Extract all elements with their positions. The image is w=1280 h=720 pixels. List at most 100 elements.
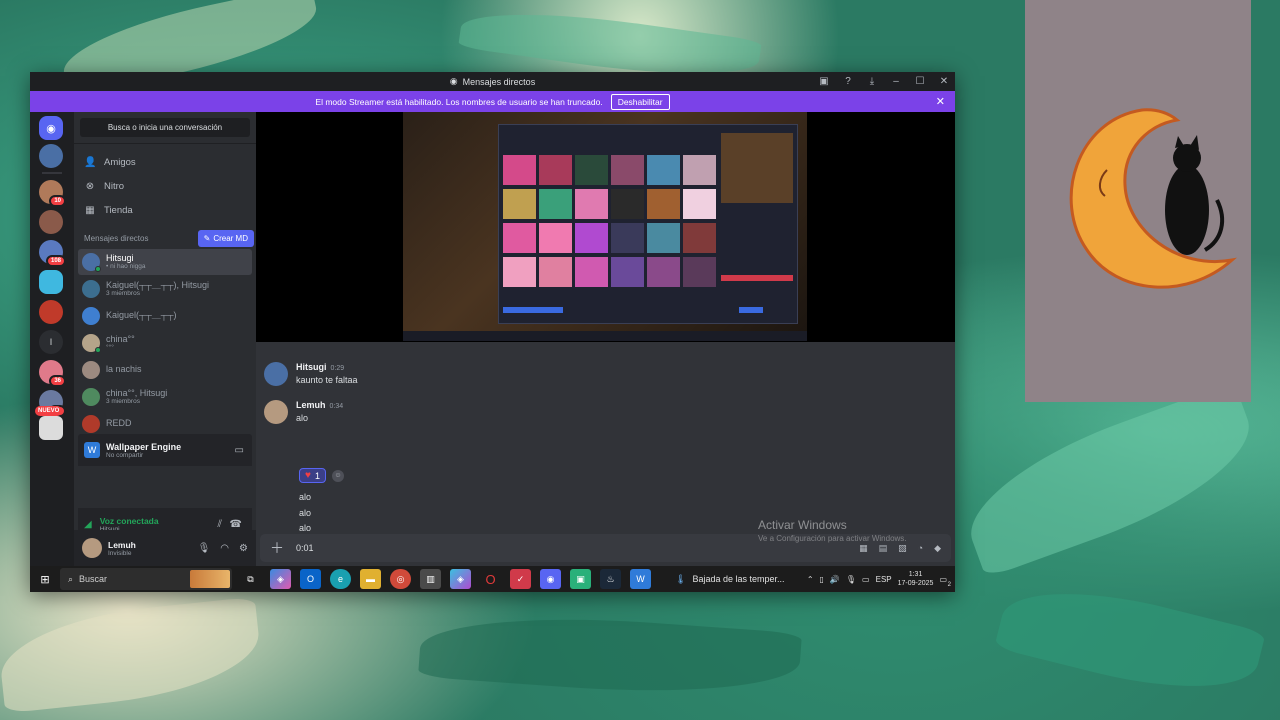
message-author[interactable]: Lemuh: [296, 400, 326, 410]
server-icon[interactable]: [39, 144, 63, 168]
nav-friends[interactable]: 👤 Amigos: [74, 150, 256, 174]
microphone-icon[interactable]: 🎙: [198, 543, 211, 554]
create-dm-button[interactable]: ✎ Crear MD: [197, 229, 254, 247]
message: Hitsugi 0:29 kaunto te faltaa: [264, 362, 358, 386]
disable-streamer-button[interactable]: Deshabilitar: [610, 93, 670, 110]
wallpaper-engine-taskbar-icon[interactable]: W: [630, 569, 651, 589]
heart-reaction[interactable]: ♥ 1: [299, 468, 326, 483]
server-icon[interactable]: [39, 300, 63, 324]
thermometer-icon: 🌡: [675, 573, 687, 584]
search-highlight-image: [190, 570, 230, 588]
weather-news-widget[interactable]: 🌡 Bajada de las temper...: [675, 574, 785, 585]
app-green-icon[interactable]: ▣: [570, 569, 591, 589]
message-composer[interactable]: ＋ 0:01 ▦ ▤ ▧ ◔ ◆: [260, 534, 951, 562]
mic-tray-icon[interactable]: 🎙: [846, 575, 856, 584]
gift-icon[interactable]: ▤: [879, 543, 888, 554]
avatar: [82, 307, 100, 325]
language-indicator[interactable]: ESP: [876, 575, 892, 584]
avatar: [82, 280, 100, 298]
inbox-icon[interactable]: ▣: [817, 76, 831, 87]
stream-preview[interactable]: [256, 112, 955, 342]
windows-taskbar: ⊞ ⌕ Buscar ⧉ ◈ O e ▬ ◎ ▥ ◈ O ✓ ◉ ▣ ♨ W 🌡…: [30, 566, 955, 592]
server-icon[interactable]: [39, 270, 63, 294]
dm-item[interactable]: la nachis: [78, 357, 252, 383]
chat-area: Hitsugi 0:29 kaunto te faltaa Lemuh 0:34 a…: [256, 112, 955, 566]
store-icon[interactable]: ▥: [420, 569, 441, 589]
network-icon[interactable]: ▭: [862, 575, 870, 584]
discord-taskbar-icon[interactable]: ◉: [540, 569, 561, 589]
noise-suppression-icon[interactable]: ⫽: [218, 519, 222, 530]
help-icon[interactable]: ?: [841, 76, 855, 87]
dm-item[interactable]: Hitsugi • ni hao nigga: [78, 249, 252, 275]
activity-panel[interactable]: W Wallpaper Engine No compartir ▭: [78, 434, 252, 466]
message-text: alo: [299, 523, 312, 533]
wallpaper-engine-icon: W: [84, 442, 100, 458]
clock[interactable]: 1:31 17-09-2025: [898, 570, 934, 588]
disconnect-icon[interactable]: ☎: [230, 519, 242, 530]
attach-plus-icon[interactable]: ＋: [270, 538, 284, 558]
nav-shop[interactable]: ▦ Tienda: [74, 198, 256, 222]
apps-icon[interactable]: ▦: [859, 543, 868, 554]
avatar: [82, 334, 101, 353]
volume-icon[interactable]: 🔊: [830, 575, 840, 584]
close-button[interactable]: ✕: [937, 76, 951, 87]
avatar[interactable]: [82, 538, 102, 558]
avatar[interactable]: [264, 362, 288, 386]
stream-screenshot: [403, 112, 807, 341]
edge-icon[interactable]: e: [330, 569, 351, 589]
maximize-button[interactable]: ☐: [913, 76, 927, 87]
message-input[interactable]: 0:01: [296, 543, 314, 553]
close-banner-icon[interactable]: ✕: [936, 95, 945, 108]
dm-item[interactable]: Kaiguel(┬┬＿┬┬): [78, 303, 252, 329]
chrome-icon[interactable]: ◎: [390, 569, 411, 589]
battery-icon[interactable]: ▯: [820, 575, 824, 584]
avatar: [82, 253, 101, 272]
task-view-icon[interactable]: ⧉: [240, 569, 261, 589]
search-conversation-button[interactable]: Busca o inicia una conversación: [80, 118, 250, 137]
add-reaction-icon[interactable]: ☺: [331, 469, 344, 482]
headphones-icon[interactable]: ◠: [220, 543, 229, 554]
dm-item[interactable]: china°°, Hitsugi 3 miembros: [78, 384, 252, 410]
server-icon[interactable]: [39, 210, 63, 234]
reaction-row: ♥ 1 ☺: [299, 468, 344, 483]
copilot-app-icon[interactable]: ◈: [450, 569, 471, 589]
notification-icon[interactable]: ▭ 2: [939, 575, 951, 588]
avatar: [82, 388, 100, 406]
minimize-button[interactable]: –: [889, 76, 903, 87]
home-button[interactable]: ◉: [39, 116, 63, 140]
sticker-icon[interactable]: ◔: [918, 543, 923, 553]
server-icon[interactable]: l: [39, 330, 63, 354]
message-time: 0:34: [329, 403, 344, 410]
outlook-icon[interactable]: O: [300, 569, 321, 589]
file-explorer-icon[interactable]: ▬: [360, 569, 381, 589]
dm-header-label: Mensajes directos: [84, 233, 149, 243]
message-author[interactable]: Hitsugi: [296, 362, 327, 372]
download-icon[interactable]: ⤓: [865, 76, 879, 87]
server-icon[interactable]: [39, 416, 63, 440]
taskbar-search[interactable]: ⌕ Buscar: [60, 568, 232, 590]
dm-item[interactable]: china°° °°°: [78, 330, 252, 356]
emoji-icon[interactable]: ◆: [934, 543, 941, 554]
app-red-icon[interactable]: ✓: [510, 569, 531, 589]
moon-cat-artwork: [1025, 0, 1251, 402]
nav-nitro[interactable]: ⊗ Nitro: [74, 174, 256, 198]
chevron-up-icon[interactable]: ⌃: [807, 575, 814, 584]
opera-icon[interactable]: O: [480, 569, 501, 589]
friends-icon: 👤: [84, 156, 97, 168]
system-tray: ⌃ ▯ 🔊 🎙 ▭ ESP 1:31 17-09-2025 ▭ 2: [807, 566, 951, 592]
server-icon[interactable]: 10: [39, 180, 66, 207]
dm-item[interactable]: Kaiguel(┬┬＿┬┬), Hitsugi 3 miembros: [78, 276, 252, 302]
shop-icon: ▦: [85, 204, 95, 216]
windows-start-icon[interactable]: ⊞: [30, 573, 60, 586]
copilot-icon[interactable]: ◈: [270, 569, 291, 589]
wallpaper-engine-window: [498, 124, 798, 324]
settings-gear-icon[interactable]: ⚙: [239, 543, 248, 554]
server-icon[interactable]: 36: [39, 360, 66, 387]
create-dm-icon: ✎: [203, 233, 211, 243]
screen-share-icon[interactable]: ▭: [235, 445, 244, 456]
steam-icon[interactable]: ♨: [600, 569, 621, 589]
server-icon[interactable]: 108: [39, 240, 66, 267]
gif-icon[interactable]: ▧: [898, 543, 907, 554]
search-icon: ⌕: [68, 573, 74, 584]
avatar[interactable]: [264, 400, 288, 424]
